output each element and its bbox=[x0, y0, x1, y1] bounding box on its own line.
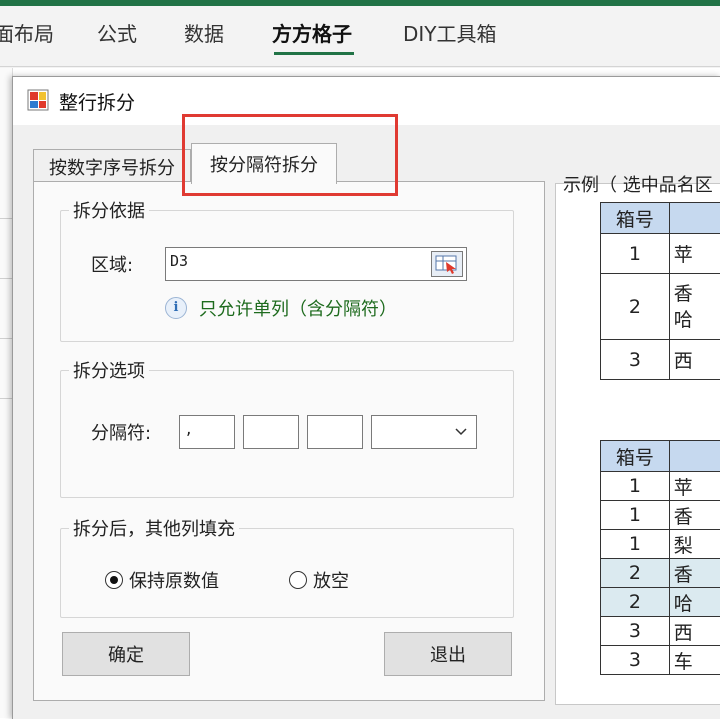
table-cell-no: 1 bbox=[600, 233, 670, 274]
split-options-group: 拆分选项 分隔符: , bbox=[60, 357, 514, 498]
table-cell-name: 香 bbox=[668, 558, 720, 588]
range-label: 区域: bbox=[91, 255, 134, 276]
ribbon-tab-fangfang[interactable]: 方方格子 bbox=[272, 18, 352, 47]
group-label: 拆分选项 bbox=[69, 357, 149, 383]
split-rows-dialog: 整行拆分 按数字序号拆分 按分隔符拆分 拆分依据 区域: D3 i 只允许单列（… bbox=[12, 76, 720, 719]
split-basis-group: 拆分依据 区域: D3 i 只允许单列（含分隔符） bbox=[60, 197, 514, 342]
table-cell-name: 西 bbox=[668, 339, 720, 380]
fill-options-group: 拆分后，其他列填充 保持原数值 放空 bbox=[60, 515, 514, 618]
dialog-title: 整行拆分 bbox=[59, 92, 136, 114]
table-cell-name: 车 bbox=[668, 645, 720, 675]
radio-leave-empty[interactable] bbox=[289, 571, 307, 589]
ribbon: 面布局 公式 数据 方方格子 DIY工具箱 bbox=[0, 6, 720, 68]
table-cell-no: 2 bbox=[600, 587, 670, 617]
table-cell-no: 3 bbox=[600, 616, 670, 646]
table-cell-name: 梨 bbox=[668, 529, 720, 559]
table-cell-name: 香 哈 bbox=[668, 273, 720, 340]
table-cell-no: 1 bbox=[600, 529, 670, 559]
table-cell-no: 3 bbox=[600, 339, 670, 380]
radio-leave-empty-label[interactable]: 放空 bbox=[313, 567, 349, 593]
ribbon-tab-data[interactable]: 数据 bbox=[184, 18, 224, 47]
info-text: 只允许单列（含分隔符） bbox=[199, 299, 397, 320]
range-picker-icon bbox=[435, 255, 457, 274]
info-icon: i bbox=[165, 297, 187, 319]
example-table-after: 箱号 1 苹 1 香 1 梨 2 香 2 哈 3 西 3 车 bbox=[600, 440, 720, 675]
tab-label: 按数字序号拆分 bbox=[49, 158, 175, 179]
active-tab-underline bbox=[274, 52, 354, 55]
separator-input-1[interactable]: , bbox=[179, 415, 235, 449]
table-header-name bbox=[668, 440, 720, 472]
ok-button[interactable]: 确定 bbox=[62, 632, 190, 676]
table-cell-no: 1 bbox=[600, 471, 670, 501]
example-table-before: 箱号 1 苹 2 香 哈 3 西 bbox=[600, 202, 720, 380]
group-label: 拆分后，其他列填充 bbox=[69, 515, 239, 541]
range-value: D3 bbox=[170, 252, 189, 270]
tab-panel: 拆分依据 区域: D3 i 只允许单列（含分隔符） 拆分选项 分隔符: , 拆分… bbox=[33, 181, 545, 701]
example-title: 示例（ 选中品名区 bbox=[563, 175, 713, 196]
separator-input-3[interactable] bbox=[307, 415, 363, 449]
table-cell-name: 哈 bbox=[668, 587, 720, 617]
annotation-highlight-box bbox=[182, 114, 398, 196]
table-cell-no: 1 bbox=[600, 500, 670, 530]
group-label: 拆分依据 bbox=[69, 197, 149, 223]
ribbon-divider bbox=[0, 66, 720, 67]
range-input[interactable]: D3 bbox=[165, 247, 467, 281]
table-cell-name: 苹 bbox=[668, 471, 720, 501]
ok-button-label: 确定 bbox=[108, 645, 144, 666]
table-header-box-no: 箱号 bbox=[600, 202, 670, 234]
table-cell-name: 苹 bbox=[668, 233, 720, 274]
separator-label: 分隔符: bbox=[91, 423, 152, 444]
table-cell-no: 2 bbox=[600, 273, 670, 340]
separator-dropdown[interactable] bbox=[371, 415, 477, 449]
tab-split-by-number[interactable]: 按数字序号拆分 bbox=[33, 149, 191, 184]
exit-button-label: 退出 bbox=[430, 645, 466, 666]
app-icon bbox=[27, 89, 49, 111]
chevron-down-icon bbox=[455, 428, 467, 436]
table-header-box-no: 箱号 bbox=[600, 440, 670, 472]
ribbon-tab-diy-toolbox[interactable]: DIY工具箱 bbox=[403, 18, 497, 47]
table-cell-name: 香 bbox=[668, 500, 720, 530]
table-header-name bbox=[668, 202, 720, 234]
table-cell-no: 3 bbox=[600, 645, 670, 675]
radio-keep-original[interactable] bbox=[105, 571, 123, 589]
ribbon-tab-page-layout[interactable]: 面布局 bbox=[0, 18, 54, 47]
table-cell-name: 西 bbox=[668, 616, 720, 646]
exit-button[interactable]: 退出 bbox=[384, 632, 512, 676]
ribbon-tab-formulas[interactable]: 公式 bbox=[97, 18, 137, 47]
example-panel: 箱号 1 苹 2 香 哈 3 西 箱号 1 苹 1 香 1 梨 2 香 2 哈 … bbox=[555, 183, 720, 705]
range-select-button[interactable] bbox=[431, 251, 463, 277]
separator-input-2[interactable] bbox=[243, 415, 299, 449]
radio-keep-original-label[interactable]: 保持原数值 bbox=[129, 567, 219, 593]
separator-value: , bbox=[186, 419, 192, 439]
table-cell-no: 2 bbox=[600, 558, 670, 588]
